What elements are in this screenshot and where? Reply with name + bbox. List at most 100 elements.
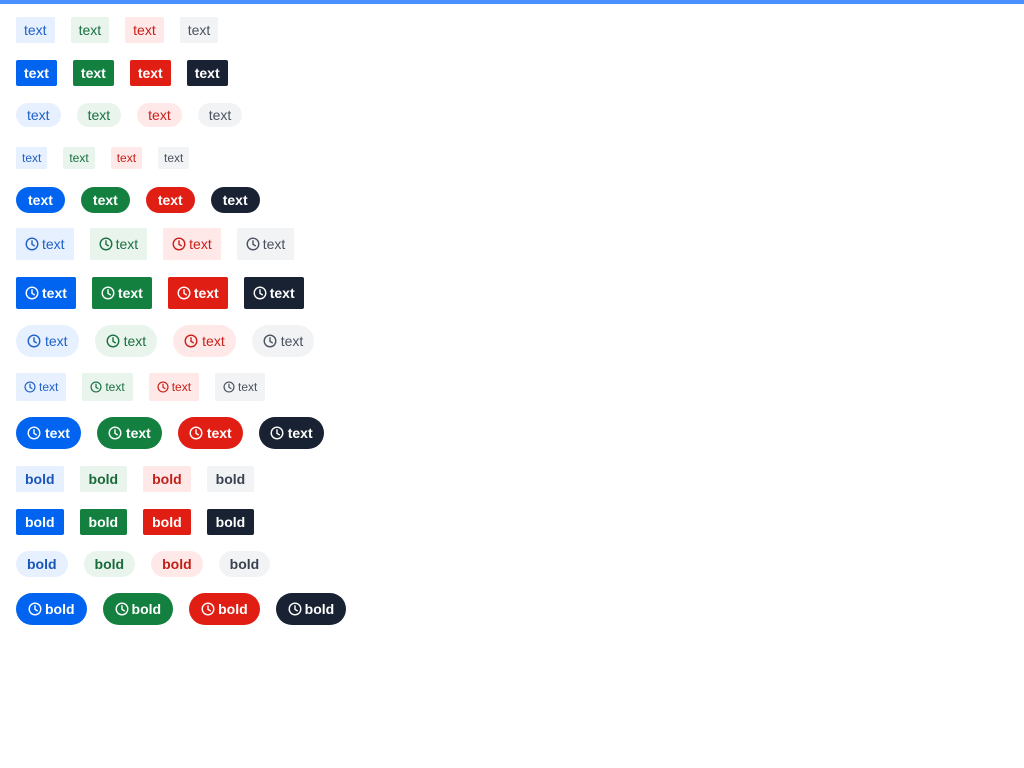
badge-green: bold — [83, 551, 136, 577]
badge-green: text — [82, 373, 133, 401]
clock-icon — [27, 334, 41, 348]
badge-row-solid-icon-square: text text text text — [16, 277, 304, 309]
badge-red: bold — [143, 466, 191, 492]
badge-row-light-pill: text text text text — [16, 103, 243, 127]
badge-gray: text — [197, 103, 243, 127]
badge-row-light-icon-small: text text text text — [16, 373, 266, 401]
badge-dark: text — [210, 187, 260, 213]
clock-icon — [115, 602, 129, 616]
badge-gray: bold — [206, 466, 255, 492]
badge-gray: text — [158, 147, 190, 169]
badge-row-solid-icon-pill: text text text text — [16, 417, 324, 449]
badge-green: text — [94, 325, 158, 357]
top-accent-bar — [0, 0, 1024, 4]
clock-icon — [288, 602, 302, 616]
badge-green: text — [96, 417, 162, 449]
badge-row-bold-light-square: bold bold bold bold — [16, 466, 255, 492]
badge-label: text — [262, 236, 286, 252]
badge-blue: text — [16, 417, 81, 449]
badge-green: text — [63, 147, 95, 169]
badge-blue: text — [16, 228, 74, 260]
badge-blue: text — [16, 373, 67, 401]
badge-blue: text — [16, 17, 55, 43]
clock-icon — [28, 602, 42, 616]
badge-blue: bold — [16, 509, 64, 535]
badge-green: text — [91, 277, 152, 309]
badge-label: text — [287, 425, 313, 441]
clock-icon — [25, 286, 39, 300]
badge-gray: bold — [218, 551, 271, 577]
badge-label: text — [280, 333, 304, 349]
badge-gray: text — [251, 325, 315, 357]
badge-red: text — [163, 228, 221, 260]
badge-blue: bold — [16, 466, 64, 492]
badge-red: bold — [189, 593, 260, 625]
badge-blue: text — [16, 325, 79, 357]
badge-label: text — [39, 380, 59, 394]
clock-icon — [25, 237, 39, 251]
badge-red: text — [110, 147, 143, 169]
clock-icon — [223, 381, 235, 393]
badge-label: text — [45, 333, 68, 349]
badge-dark: bold — [206, 509, 255, 535]
clock-icon — [99, 237, 113, 251]
badge-label: bold — [304, 601, 335, 617]
badge-label: text — [238, 380, 258, 394]
badge-label: text — [42, 236, 65, 252]
clock-icon — [246, 237, 260, 251]
badge-gray: text — [236, 228, 295, 260]
badge-green: text — [76, 103, 122, 127]
badge-red: text — [137, 103, 182, 127]
badge-red: text — [167, 277, 228, 309]
badge-red: bold — [143, 509, 191, 535]
clock-icon — [270, 426, 284, 440]
clock-icon — [201, 602, 215, 616]
badge-label: text — [105, 380, 125, 394]
badge-label: bold — [131, 601, 162, 617]
badge-row-bold-solid-icon-pill: bold bold bold bold — [16, 593, 347, 625]
badge-red: text — [145, 187, 195, 213]
clock-icon — [263, 334, 277, 348]
badge-row-light-icon-square: text text text text — [16, 228, 295, 260]
badge-blue: text — [16, 103, 61, 127]
badge-label: text — [123, 333, 147, 349]
clock-icon — [108, 426, 122, 440]
clock-icon — [24, 381, 36, 393]
badge-dark: text — [186, 60, 228, 86]
clock-icon — [90, 381, 102, 393]
badge-gray: text — [215, 373, 266, 401]
clock-icon — [101, 286, 115, 300]
badge-green: text — [89, 228, 148, 260]
badge-label: text — [269, 285, 295, 301]
clock-icon — [106, 334, 120, 348]
badge-dark: text — [258, 417, 324, 449]
badge-gray: text — [179, 17, 219, 43]
clock-icon — [27, 426, 41, 440]
badge-red: text — [148, 373, 200, 401]
badge-row-solid-pill: text text text text — [16, 187, 260, 213]
badge-red: text — [177, 417, 243, 449]
badge-blue: bold — [16, 593, 87, 625]
badge-dark: text — [243, 277, 304, 309]
badge-blue: bold — [16, 551, 68, 577]
badge-row-light-square: text text text text — [16, 17, 219, 43]
badge-label: text — [193, 285, 219, 301]
badge-dark: bold — [275, 593, 347, 625]
badge-label: text — [206, 425, 232, 441]
badge-row-bold-solid-square: bold bold bold bold — [16, 509, 255, 535]
badge-red: bold — [151, 551, 203, 577]
badge-blue: text — [16, 277, 76, 309]
badge-row-bold-light-pill: bold bold bold bold — [16, 551, 271, 577]
badge-label: text — [202, 333, 225, 349]
badge-label: bold — [45, 601, 75, 617]
badge-blue: text — [16, 147, 48, 169]
badge-row-solid-square: text text text text — [16, 60, 228, 86]
badge-red: text — [125, 17, 164, 43]
badge-row-light-small: text text text text — [16, 147, 190, 169]
badge-green: text — [72, 60, 114, 86]
clock-icon — [157, 381, 169, 393]
badge-label: text — [171, 380, 192, 394]
badge-label: text — [45, 425, 70, 441]
badge-label: text — [117, 285, 143, 301]
clock-icon — [172, 237, 186, 251]
